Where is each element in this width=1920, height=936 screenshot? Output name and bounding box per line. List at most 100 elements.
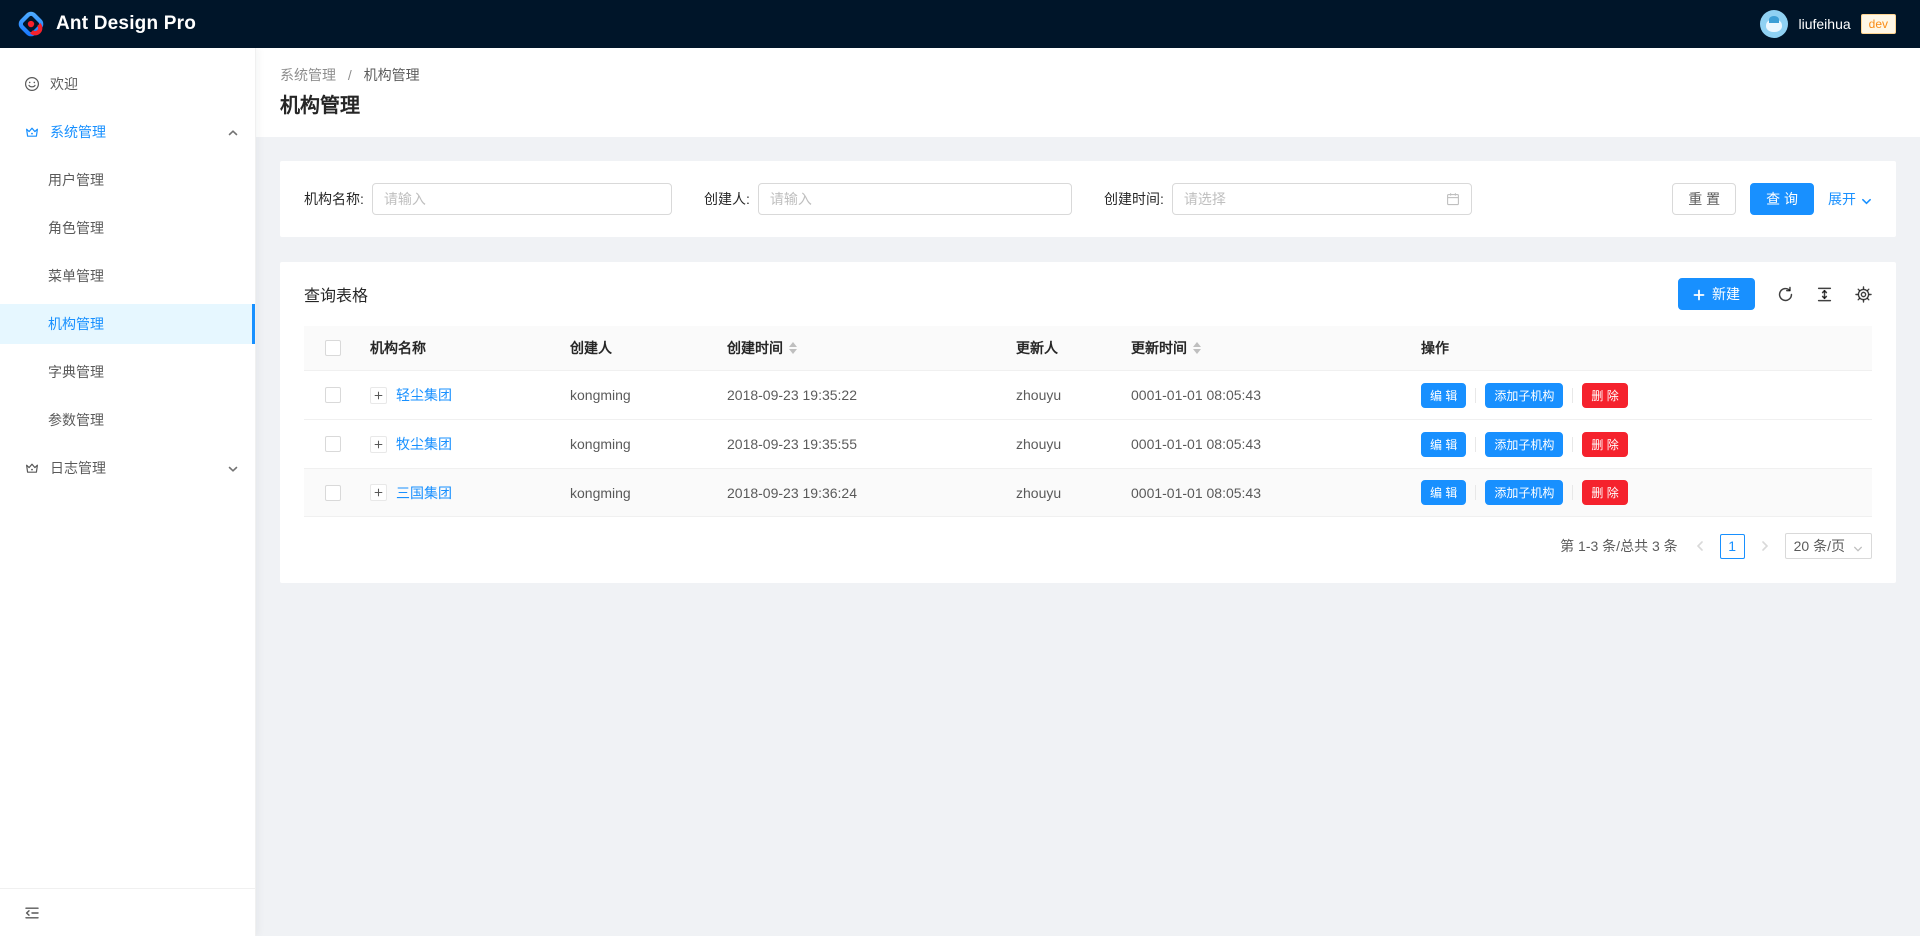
expand-row-icon[interactable] <box>370 484 387 501</box>
column-height-icon[interactable] <box>1816 286 1833 303</box>
sidebar-item-system[interactable]: 系统管理 <box>0 112 255 152</box>
plus-icon <box>1693 288 1705 300</box>
sidebar-item-label: 角色管理 <box>48 218 104 238</box>
sidebar-item-welcome[interactable]: 欢迎 <box>0 64 255 104</box>
topbar-user-area[interactable]: liufeihua dev <box>1760 10 1896 38</box>
pagination-page-1[interactable]: 1 <box>1720 534 1745 559</box>
row-checkbox[interactable] <box>325 485 341 501</box>
page-size-value: 20 条/页 <box>1794 536 1845 556</box>
query-table-card: 查询表格 新建 <box>280 262 1896 583</box>
cell-text: zhouyu <box>1016 387 1061 403</box>
expand-link-label: 展开 <box>1828 189 1856 209</box>
col-header-label: 更新人 <box>1016 338 1058 358</box>
row-select-cell <box>304 485 361 501</box>
pagination-prev-icon[interactable] <box>1688 534 1712 558</box>
cell-text: kongming <box>570 485 631 501</box>
updater-cell: zhouyu <box>1007 387 1122 403</box>
table-toolbar: 查询表格 新建 <box>280 262 1896 326</box>
org-name-link[interactable]: 轻尘集团 <box>396 385 452 405</box>
pagination-next-icon[interactable] <box>1753 534 1777 558</box>
table-title: 查询表格 <box>304 282 368 306</box>
chevron-up-icon <box>227 126 239 138</box>
table-row: 三国集团 kongming 2018-09-23 19:36:24 zhouyu… <box>304 468 1872 517</box>
cell-text: zhouyu <box>1016 436 1061 452</box>
expand-row-icon[interactable] <box>370 387 387 404</box>
page-header: 系统管理 / 机构管理 机构管理 <box>256 48 1920 137</box>
sidebar-item-user-mgmt[interactable]: 用户管理 <box>0 160 255 200</box>
cell-text: zhouyu <box>1016 485 1061 501</box>
pagination-total: 第 1-3 条/总共 3 条 <box>1560 536 1677 556</box>
org-name-input[interactable] <box>372 183 672 215</box>
sort-carets-icon[interactable] <box>789 342 797 354</box>
col-header-name: 机构名称 <box>361 338 561 358</box>
actions-cell: 编 辑 添加子机构 删 除 <box>1412 383 1872 408</box>
cell-text: 2018-09-23 19:35:22 <box>727 387 857 403</box>
vertical-divider <box>1475 437 1476 452</box>
delete-button[interactable]: 删 除 <box>1582 432 1627 457</box>
new-button[interactable]: 新建 <box>1678 278 1755 310</box>
actions-cell: 编 辑 添加子机构 删 除 <box>1412 432 1872 457</box>
brand-logo-link[interactable]: Ant Design Pro <box>16 9 196 39</box>
org-name-link[interactable]: 三国集团 <box>396 483 452 503</box>
delete-button[interactable]: 删 除 <box>1582 480 1627 505</box>
breadcrumb-item-org: 机构管理 <box>364 67 420 83</box>
username-label: liufeihua <box>1798 16 1850 32</box>
row-checkbox[interactable] <box>325 436 341 452</box>
col-header-label: 创建时间 <box>727 338 783 358</box>
create-time-datepicker[interactable]: 请选择 <box>1172 183 1472 215</box>
sidebar-item-label: 菜单管理 <box>48 266 104 286</box>
expand-link[interactable]: 展开 <box>1828 189 1872 209</box>
row-name-cell: 轻尘集团 <box>361 385 561 405</box>
create-time-cell: 2018-09-23 19:35:22 <box>718 387 1007 403</box>
select-all-cell <box>304 340 361 356</box>
menu-fold-icon[interactable] <box>24 905 40 921</box>
col-header-update-time[interactable]: 更新时间 <box>1122 338 1412 358</box>
col-header-label: 操作 <box>1421 338 1449 358</box>
col-header-create-time[interactable]: 创建时间 <box>718 338 1007 358</box>
expand-row-icon[interactable] <box>370 436 387 453</box>
crown-icon <box>24 124 40 140</box>
vertical-divider <box>1572 437 1573 452</box>
edit-button[interactable]: 编 辑 <box>1421 480 1466 505</box>
user-avatar[interactable] <box>1760 10 1788 38</box>
col-header-updater: 更新人 <box>1007 338 1122 358</box>
update-time-cell: 0001-01-01 08:05:43 <box>1122 436 1412 452</box>
filter-org-name: 机构名称: <box>304 183 704 215</box>
page-size-select[interactable]: 20 条/页 <box>1785 533 1872 559</box>
add-child-org-button[interactable]: 添加子机构 <box>1485 432 1563 457</box>
edit-button[interactable]: 编 辑 <box>1421 432 1466 457</box>
reload-icon[interactable] <box>1777 286 1794 303</box>
sort-carets-icon[interactable] <box>1193 342 1201 354</box>
reset-button[interactable]: 重 置 <box>1672 183 1736 215</box>
vertical-divider <box>1572 388 1573 403</box>
add-child-org-button[interactable]: 添加子机构 <box>1485 480 1563 505</box>
edit-button[interactable]: 编 辑 <box>1421 383 1466 408</box>
updater-cell: zhouyu <box>1007 485 1122 501</box>
sidebar-item-org-mgmt[interactable]: 机构管理 <box>0 304 255 344</box>
update-time-cell: 0001-01-01 08:05:43 <box>1122 387 1412 403</box>
search-button[interactable]: 查 询 <box>1750 183 1814 215</box>
delete-button[interactable]: 删 除 <box>1582 383 1627 408</box>
settings-gear-icon[interactable] <box>1855 286 1872 303</box>
filter-actions: 重 置 查 询 展开 <box>1504 183 1872 215</box>
pagination: 第 1-3 条/总共 3 条 1 20 条/页 <box>280 517 1896 575</box>
cell-text: 0001-01-01 08:05:43 <box>1131 436 1261 452</box>
vertical-divider <box>1475 485 1476 500</box>
col-header-creator: 创建人 <box>561 338 718 358</box>
data-table: 机构名称 创建人 创建时间 更新人 <box>304 326 1872 517</box>
sidebar-item-param-mgmt[interactable]: 参数管理 <box>0 400 255 440</box>
chevron-down-icon <box>1861 194 1872 205</box>
add-child-org-button[interactable]: 添加子机构 <box>1485 383 1563 408</box>
sidebar-item-label: 欢迎 <box>50 74 78 94</box>
search-filter-card: 机构名称: 创建人: 创建时间: 请选择 <box>280 161 1896 237</box>
creator-input[interactable] <box>758 183 1072 215</box>
sidebar-item-menu-mgmt[interactable]: 菜单管理 <box>0 256 255 296</box>
sidebar-item-role-mgmt[interactable]: 角色管理 <box>0 208 255 248</box>
sidebar-item-dict-mgmt[interactable]: 字典管理 <box>0 352 255 392</box>
filter-creator: 创建人: <box>704 183 1104 215</box>
org-name-link[interactable]: 牧尘集团 <box>396 434 452 454</box>
sidebar-item-log-mgmt[interactable]: 日志管理 <box>0 448 255 488</box>
select-all-checkbox[interactable] <box>325 340 341 356</box>
main-content: 系统管理 / 机构管理 机构管理 机构名称: 创建人: 创建时间: <box>256 48 1920 936</box>
row-checkbox[interactable] <box>325 387 341 403</box>
